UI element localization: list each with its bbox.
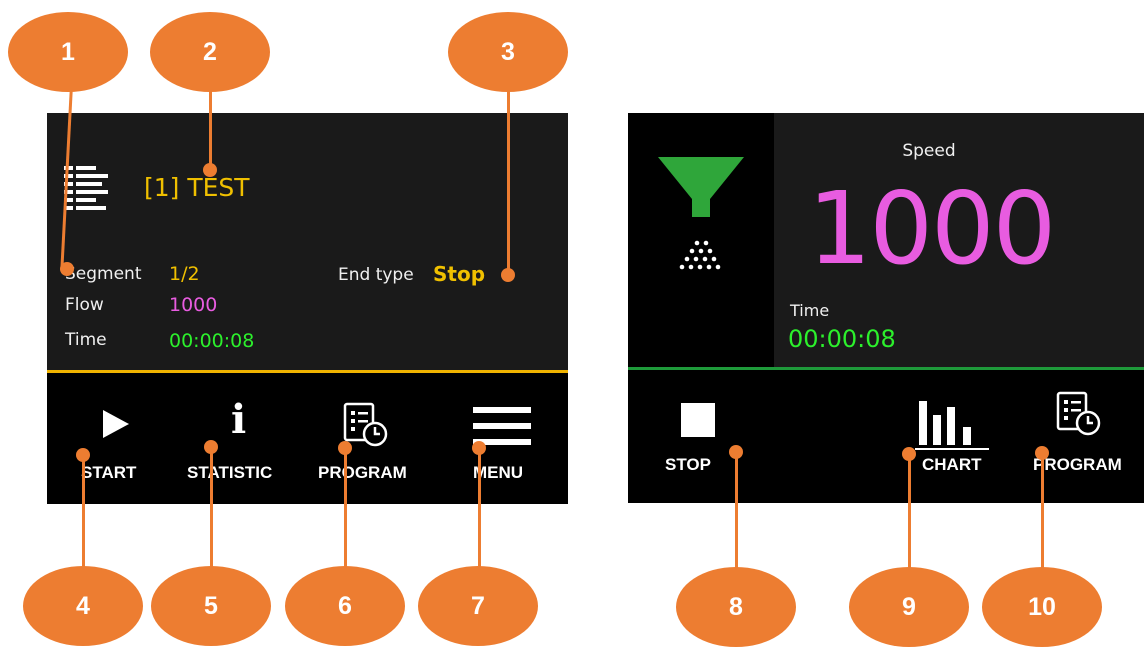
callout-1-badge: 1	[8, 12, 128, 92]
callout-2-dot	[203, 163, 217, 177]
start-label: START	[81, 463, 137, 482]
callout-10-badge: 10	[982, 567, 1102, 647]
program-schedule-icon	[1056, 391, 1101, 436]
callout-4-badge: 4	[23, 566, 143, 646]
time-label: Time	[65, 330, 107, 350]
callout-6-dot	[338, 441, 352, 455]
callout-8-dot	[729, 445, 743, 459]
play-icon	[103, 410, 129, 438]
speed-display: Speed 1000 Time 00:00:08	[774, 113, 1144, 367]
callout-6-pointer	[344, 450, 347, 585]
end-type-value: Stop	[433, 262, 486, 286]
speed-value: 1000	[807, 170, 1057, 287]
callout-5-pointer	[210, 450, 213, 585]
info-icon: i	[231, 396, 247, 443]
callout-4-dot	[76, 448, 90, 462]
stop-square-icon	[681, 403, 715, 437]
callout-9-dot	[902, 447, 916, 461]
program-button[interactable]: PROGRAM	[1028, 383, 1142, 493]
callout-3-pointer	[507, 85, 510, 275]
funnel-dosing-icon	[658, 157, 744, 270]
menu-button[interactable]: MENU	[457, 383, 567, 493]
callout-7-badge: 7	[418, 566, 538, 646]
program-label: PROGRAM	[318, 463, 407, 482]
program-info-area: [1] TEST Segment 1/2 Flow 1000 Time 00:0…	[47, 113, 568, 371]
dosing-indicator	[628, 113, 774, 367]
program-screen: [1] TEST Segment 1/2 Flow 1000 Time 00:0…	[47, 113, 568, 504]
callout-2-badge: 2	[150, 12, 270, 92]
time-label: Time	[790, 301, 830, 320]
start-button[interactable]: START	[67, 383, 187, 493]
time-value: 00:00:08	[788, 325, 896, 353]
chart-button[interactable]: CHART	[898, 383, 1008, 493]
callout-1-dot	[60, 262, 74, 276]
callout-7-pointer	[478, 450, 481, 585]
run-screen: Speed 1000 Time 00:00:08 STOP CHART PROG…	[628, 113, 1144, 503]
speed-label: Speed	[902, 141, 956, 161]
callout-8-badge: 8	[676, 567, 796, 647]
program-title: [1] TEST	[144, 173, 250, 202]
flow-label: Flow	[65, 295, 104, 315]
callout-10-dot	[1035, 446, 1049, 460]
accent-divider	[628, 367, 1144, 370]
callout-3-dot	[501, 268, 515, 282]
program-list-icon	[64, 166, 108, 210]
statistic-button[interactable]: i STATISTIC	[187, 383, 307, 493]
segment-label: Segment	[65, 264, 142, 284]
segment-value: 1/2	[169, 263, 200, 285]
flow-value: 1000	[169, 294, 218, 316]
bar-chart-icon	[915, 401, 989, 450]
callout-7-dot	[472, 441, 486, 455]
callout-2-pointer	[209, 85, 212, 170]
callout-6-badge: 6	[285, 566, 405, 646]
time-value: 00:00:08	[169, 330, 255, 352]
stop-button[interactable]: STOP	[653, 383, 753, 493]
callout-3-badge: 3	[448, 12, 568, 92]
callout-5-dot	[204, 440, 218, 454]
callout-9-badge: 9	[849, 567, 969, 647]
end-type-label: End type	[338, 265, 414, 285]
button-bar: START i STATISTIC PROGRAM MENU	[47, 373, 568, 504]
statistic-label: STATISTIC	[187, 463, 273, 482]
stop-label: STOP	[665, 455, 711, 474]
callout-5-badge: 5	[151, 566, 271, 646]
chart-label: CHART	[922, 455, 982, 474]
program-button[interactable]: PROGRAM	[315, 383, 445, 493]
